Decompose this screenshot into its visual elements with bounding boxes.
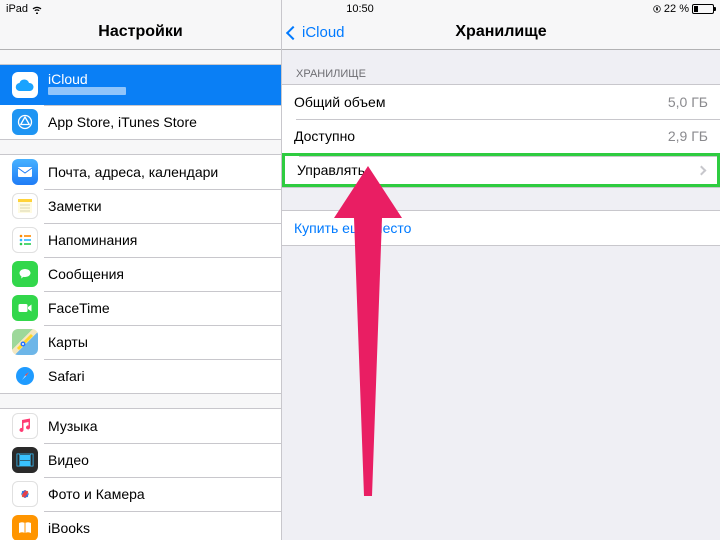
- sidebar-item-maps[interactable]: Карты: [0, 325, 281, 359]
- sidebar-item-messages[interactable]: Сообщения: [0, 257, 281, 291]
- sidebar-item-reminders[interactable]: Напоминания: [0, 223, 281, 257]
- sidebar-item-label: iBooks: [48, 520, 90, 536]
- notes-icon: [12, 193, 38, 219]
- reminders-icon: [12, 227, 38, 253]
- chevron-left-icon: [286, 25, 300, 39]
- status-bar: iPad 10:50 22 %: [0, 0, 720, 18]
- section-header: ХРАНИЛИЩЕ: [282, 50, 720, 84]
- cloud-icon: [12, 72, 38, 98]
- row-available: Доступно 2,9 ГБ: [282, 119, 720, 153]
- sidebar-item-label: FaceTime: [48, 300, 110, 316]
- chevron-right-icon: [697, 165, 707, 175]
- sidebar-item-subtitle: [48, 87, 269, 99]
- row-value: 5,0 ГБ: [668, 94, 708, 110]
- sidebar-item-label: Safari: [48, 368, 85, 384]
- row-label: Доступно: [294, 128, 355, 144]
- video-icon: [12, 447, 38, 473]
- sidebar-item-mail[interactable]: Почта, адреса, календари: [0, 155, 281, 189]
- battery-percent: 22 %: [664, 3, 689, 15]
- detail-title: Хранилище: [455, 23, 546, 41]
- row-label: Купить еще место: [294, 220, 411, 236]
- row-label: Управлять: [297, 162, 365, 178]
- sidebar-item-notes[interactable]: Заметки: [0, 189, 281, 223]
- clock: 10:50: [346, 3, 374, 15]
- appstore-icon: [12, 109, 38, 135]
- device-label: iPad: [6, 3, 28, 15]
- maps-icon: [12, 329, 38, 355]
- sidebar-item-label: Заметки: [48, 198, 102, 214]
- wifi-icon: [31, 4, 43, 14]
- row-total: Общий объем 5,0 ГБ: [282, 85, 720, 119]
- battery-icon: [692, 4, 714, 14]
- buy-more-storage[interactable]: Купить еще место: [282, 211, 720, 245]
- sidebar-item-label: Музыка: [48, 418, 98, 434]
- sidebar-item-stores[interactable]: App Store, iTunes Store: [0, 105, 281, 139]
- mail-icon: [12, 159, 38, 185]
- row-manage[interactable]: Управлять: [282, 153, 720, 187]
- sidebar-item-label: Сообщения: [48, 266, 124, 282]
- sidebar-item-label: Фото и Камера: [48, 486, 145, 502]
- sidebar-item-photos[interactable]: Фото и Камера: [0, 477, 281, 511]
- safari-icon: [12, 363, 38, 389]
- sidebar: Настройки iCloud: [0, 0, 282, 540]
- sidebar-item-facetime[interactable]: FaceTime: [0, 291, 281, 325]
- sidebar-item-video[interactable]: Видео: [0, 443, 281, 477]
- music-icon: [12, 413, 38, 439]
- sidebar-item-music[interactable]: Музыка: [0, 409, 281, 443]
- sidebar-item-label: Видео: [48, 452, 89, 468]
- ibooks-icon: [12, 515, 38, 540]
- detail-pane: iCloud Хранилище ХРАНИЛИЩЕ Общий объем 5…: [282, 0, 720, 540]
- sidebar-item-label: Карты: [48, 334, 88, 350]
- facetime-icon: [12, 295, 38, 321]
- sidebar-item-label: iCloud: [48, 71, 269, 87]
- back-button[interactable]: iCloud: [288, 24, 345, 41]
- row-label: Общий объем: [294, 94, 385, 110]
- photos-icon: [12, 481, 38, 507]
- sidebar-item-ibooks[interactable]: iBooks: [0, 511, 281, 540]
- messages-icon: [12, 261, 38, 287]
- sidebar-item-safari[interactable]: Safari: [0, 359, 281, 393]
- orientation-lock-icon: [653, 4, 661, 14]
- sidebar-item-label: App Store, iTunes Store: [48, 114, 197, 130]
- sidebar-title: Настройки: [98, 23, 182, 41]
- row-value: 2,9 ГБ: [668, 128, 708, 144]
- back-label: iCloud: [302, 24, 345, 41]
- sidebar-item-icloud[interactable]: iCloud: [0, 65, 281, 105]
- sidebar-item-label: Почта, адреса, календари: [48, 164, 218, 180]
- sidebar-item-label: Напоминания: [48, 232, 137, 248]
